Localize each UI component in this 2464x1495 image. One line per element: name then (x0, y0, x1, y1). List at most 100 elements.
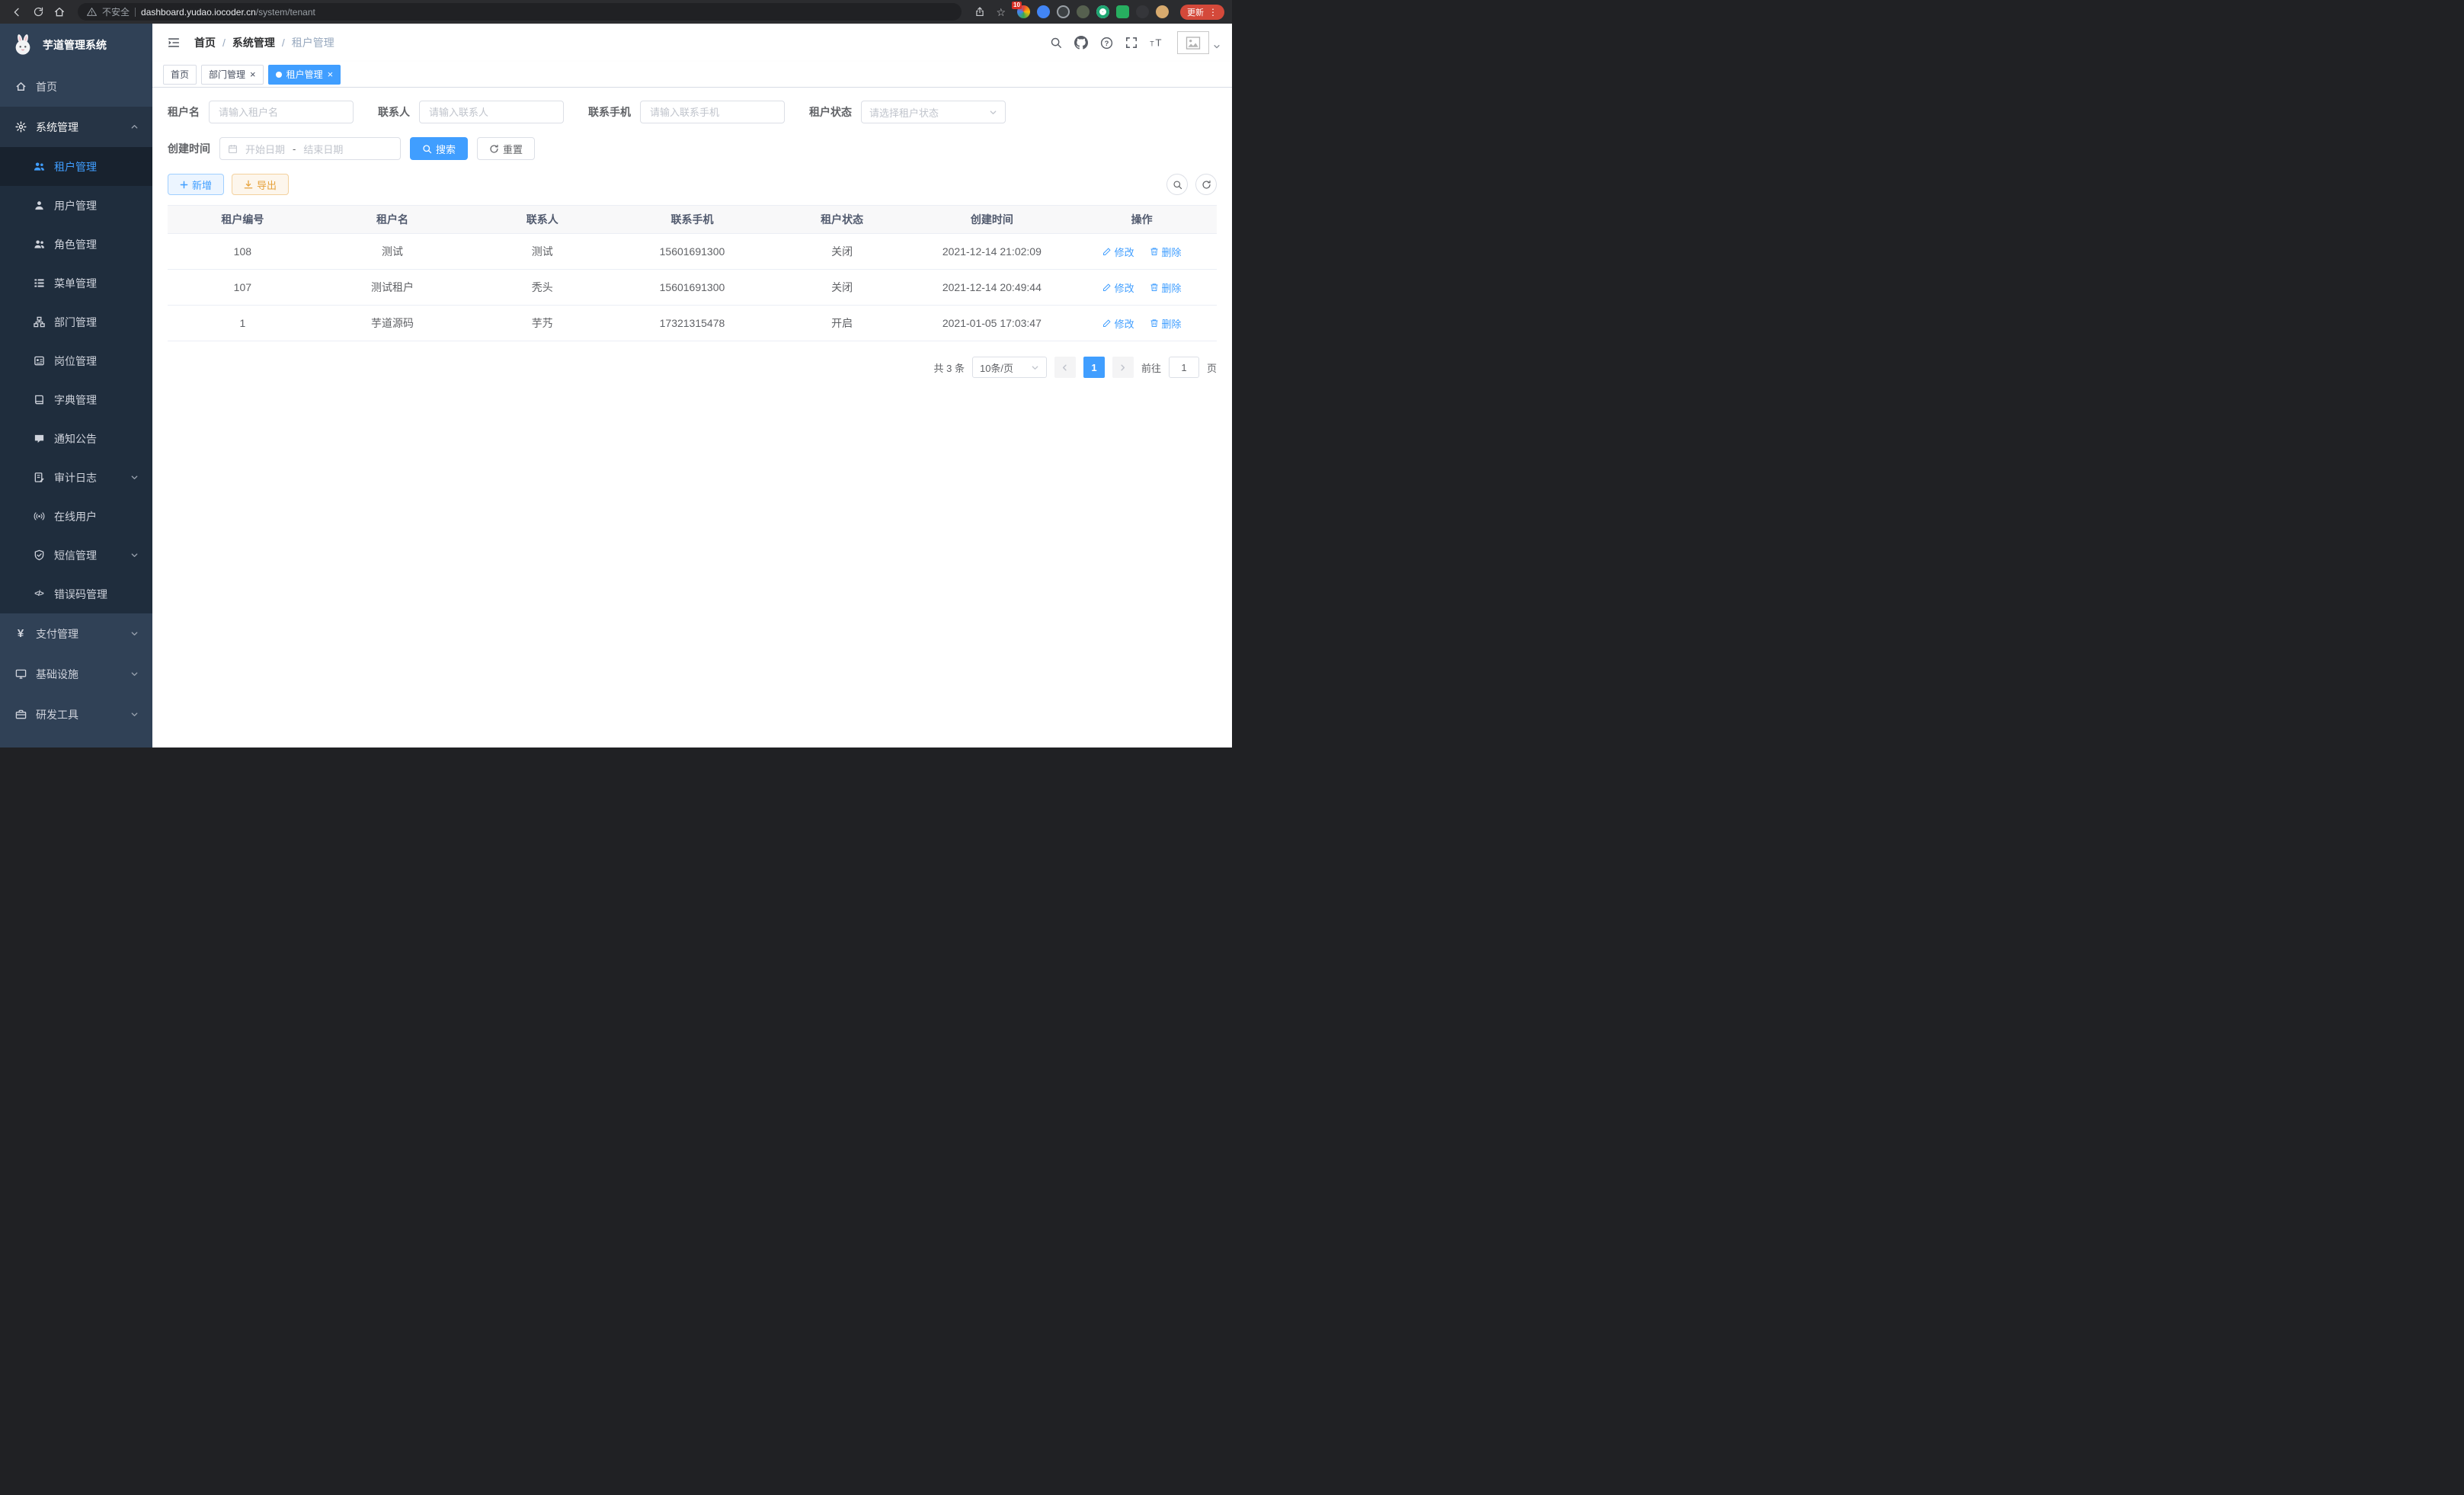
phone-input[interactable] (640, 101, 785, 123)
breadcrumb-home[interactable]: 首页 (194, 35, 216, 50)
sidebar-item-menu[interactable]: 菜单管理 (0, 264, 152, 303)
sidebar-item-label: 短信管理 (54, 548, 97, 563)
close-icon[interactable]: × (250, 69, 256, 79)
edit-button[interactable]: 修改 (1102, 280, 1134, 295)
search-button[interactable]: 搜索 (410, 137, 468, 160)
sidebar-item-dept[interactable]: 部门管理 (0, 303, 152, 341)
breadcrumb: 首页 / 系统管理 / 租户管理 (194, 35, 334, 50)
table-row[interactable]: 1 芋道源码 芋艿 17321315478 开启 2021-01-05 17:0… (168, 306, 1217, 341)
user-avatar[interactable] (1177, 31, 1221, 54)
table-row[interactable]: 108 测试 测试 15601691300 关闭 2021-12-14 21:0… (168, 234, 1217, 270)
form-item-phone: 联系手机 (588, 101, 785, 123)
sidebar-item-user[interactable]: 用户管理 (0, 186, 152, 225)
sidebar-item-devtool[interactable]: 研发工具 (0, 694, 152, 735)
add-button[interactable]: 新增 (168, 174, 224, 195)
fullscreen-icon[interactable] (1125, 37, 1138, 49)
active-dot (276, 72, 282, 78)
date-range-picker[interactable]: 开始日期 - 结束日期 (219, 137, 401, 160)
contact-input[interactable] (419, 101, 564, 123)
field-label: 联系手机 (588, 104, 631, 120)
sidebar-item-post[interactable]: 岗位管理 (0, 341, 152, 380)
cell-created-at: 2021-12-14 21:02:09 (917, 234, 1067, 270)
calendar-icon (228, 144, 238, 154)
tab-home[interactable]: 首页 (163, 65, 197, 85)
sidebar-item-label: 错误码管理 (54, 587, 107, 602)
goto-page-input[interactable] (1169, 357, 1199, 378)
kebab-menu-icon[interactable]: ⋮ (1208, 8, 1218, 17)
close-icon[interactable]: × (328, 69, 334, 79)
tenant-name-input[interactable] (209, 101, 354, 123)
prev-page-button[interactable] (1054, 357, 1076, 378)
trash-icon (1150, 247, 1159, 256)
sidebar-item-notice[interactable]: 通知公告 (0, 419, 152, 458)
search-icon[interactable] (1050, 37, 1062, 49)
browser-refresh-button[interactable] (29, 3, 47, 21)
security-label[interactable]: 不安全 (102, 5, 130, 18)
sidebar-item-online[interactable]: 在线用户 (0, 497, 152, 536)
address-bar[interactable]: 不安全 dashboard.yudao.iocoder.cn/system/te… (78, 3, 962, 21)
browser-update-button[interactable]: 更新 ⋮ (1180, 5, 1224, 20)
select-placeholder: 请选择租户状态 (869, 105, 939, 120)
cell-phone: 15601691300 (617, 234, 767, 270)
extension-icon[interactable] (1077, 5, 1090, 18)
col-contact: 联系人 (467, 206, 617, 234)
download-icon (244, 180, 253, 189)
form-item-tenant-name: 租户名 (168, 101, 354, 123)
help-icon[interactable]: ? (1100, 37, 1113, 50)
sidebar-item-pay[interactable]: ¥ 支付管理 (0, 613, 152, 654)
puzzle-extensions-icon[interactable] (1136, 5, 1149, 18)
delete-button[interactable]: 删除 (1150, 316, 1182, 331)
sidebar-item-errcode[interactable]: </> 错误码管理 (0, 575, 152, 613)
extension-icon[interactable]: 10 (1017, 5, 1030, 18)
edit-button[interactable]: 修改 (1102, 245, 1134, 259)
extension-icon[interactable] (1116, 5, 1129, 18)
screen: 不安全 dashboard.yudao.iocoder.cn/system/te… (0, 0, 1232, 748)
sidebar-item-sms[interactable]: 短信管理 (0, 536, 152, 575)
github-icon[interactable] (1074, 36, 1088, 50)
status-select[interactable]: 请选择租户状态 (861, 101, 1006, 123)
cell-tenant-name: 芋道源码 (318, 306, 468, 341)
update-label: 更新 (1187, 6, 1204, 18)
gear-icon (14, 121, 27, 133)
search-icon (422, 144, 432, 154)
edit-button[interactable]: 修改 (1102, 316, 1134, 331)
bookmark-star-icon[interactable]: ☆ (996, 7, 1006, 18)
export-button[interactable]: 导出 (232, 174, 289, 195)
next-page-button[interactable] (1112, 357, 1134, 378)
app-logo[interactable]: 芋道管理系统 (0, 24, 152, 66)
extension-icon[interactable] (1057, 5, 1070, 18)
sidebar-toggle-button[interactable] (164, 33, 184, 53)
chevron-down-icon (130, 710, 139, 719)
table-row[interactable]: 107 测试租户 秃头 15601691300 关闭 2021-12-14 20… (168, 270, 1217, 306)
extension-icon[interactable] (1037, 5, 1050, 18)
toggle-search-button[interactable] (1166, 174, 1188, 195)
page-number-button[interactable]: 1 (1083, 357, 1105, 378)
delete-button[interactable]: 删除 (1150, 245, 1182, 259)
sidebar-item-tenant[interactable]: 租户管理 (0, 147, 152, 186)
browser-back-button[interactable] (8, 3, 26, 21)
sidebar-item-home[interactable]: 首页 (0, 66, 152, 107)
page-size-select[interactable]: 10条/页 (972, 357, 1047, 378)
extension-icon[interactable] (1096, 5, 1109, 18)
trash-icon (1150, 283, 1159, 292)
sidebar-item-dict[interactable]: 字典管理 (0, 380, 152, 419)
cell-contact: 测试 (467, 234, 617, 270)
delete-button[interactable]: 删除 (1150, 280, 1182, 295)
sidebar-item-system[interactable]: 系统管理 (0, 107, 152, 147)
tab-label: 首页 (171, 68, 189, 81)
extension-badge: 10 (1012, 2, 1022, 9)
tab-tenant[interactable]: 租户管理 × (268, 65, 341, 85)
broken-image-icon (1186, 37, 1201, 50)
sidebar-item-infra[interactable]: 基础设施 (0, 654, 152, 694)
tab-dept[interactable]: 部门管理 × (201, 65, 264, 85)
pagination-total: 共 3 条 (934, 360, 965, 375)
sidebar-item-role[interactable]: 角色管理 (0, 225, 152, 264)
browser-home-button[interactable] (50, 3, 69, 21)
sidebar-item-audit[interactable]: 审计日志 (0, 458, 152, 497)
page-url[interactable]: dashboard.yudao.iocoder.cn/system/tenant (141, 7, 315, 18)
share-icon[interactable] (971, 3, 989, 21)
reset-button[interactable]: 重置 (477, 137, 535, 160)
font-size-icon[interactable]: TT (1150, 37, 1165, 49)
refresh-table-button[interactable] (1195, 174, 1217, 195)
browser-profile-avatar[interactable] (1156, 5, 1169, 18)
